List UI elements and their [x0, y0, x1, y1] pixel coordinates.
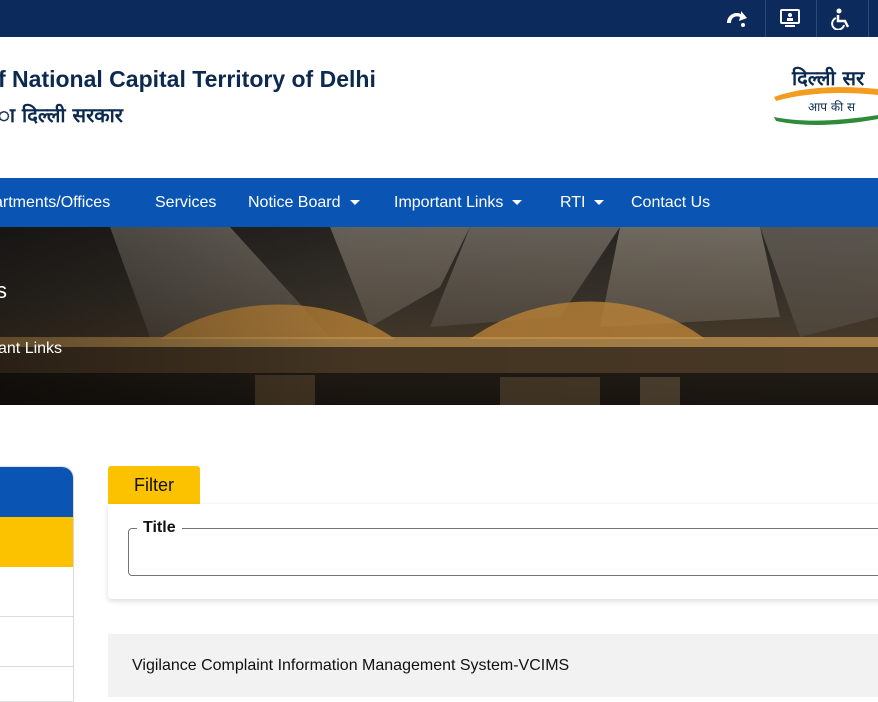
accessibility-icon[interactable] [823, 0, 859, 37]
nav-label: RTI [560, 193, 586, 211]
sidebar-header [0, 467, 73, 517]
nav-label: Services [155, 193, 217, 211]
result-list-item[interactable]: Vigilance Complaint Information Manageme… [108, 634, 878, 697]
chevron-down-icon [349, 200, 360, 205]
sidebar-item[interactable] [0, 567, 73, 617]
nav-departments[interactable]: artments/Offices [0, 178, 110, 227]
chevron-down-icon [512, 200, 523, 205]
nav-label: artments/Offices [0, 193, 111, 211]
delhi-govt-logo[interactable]: दिल्ली सर आप की स [770, 63, 878, 131]
divider [868, 0, 869, 37]
banner-overlay [0, 227, 878, 405]
sidebar-item[interactable] [0, 667, 73, 701]
site-title-hindi: ा दिल्ली सरकार [0, 103, 123, 127]
divider [765, 0, 766, 37]
sidebar-item[interactable] [0, 617, 73, 667]
nav-notice-board[interactable]: Notice Board [248, 178, 360, 227]
breadcrumb[interactable]: ant Links [0, 340, 62, 358]
sidebar-menu [0, 466, 74, 702]
svg-text:आप की स: आप की स [808, 100, 856, 114]
site-title-english: f National Capital Territory of Delhi [0, 66, 376, 92]
sidebar-item-active[interactable] [0, 517, 73, 567]
nav-rti[interactable]: RTI [560, 178, 605, 227]
nav-label: Notice Board [248, 193, 341, 211]
top-utility-bar [0, 0, 878, 37]
filter-panel: Title [108, 504, 878, 599]
filter-tab[interactable]: Filter [108, 466, 200, 504]
divider [816, 0, 817, 37]
main-navigation: artments/Offices Services Notice Board I… [0, 178, 878, 227]
nav-services[interactable]: Services [155, 178, 216, 227]
result-title[interactable]: Vigilance Complaint Information Manageme… [132, 657, 569, 675]
site-header: f National Capital Territory of Delhi ा … [0, 37, 878, 178]
title-filter-field[interactable]: Title [128, 519, 878, 576]
screen-reader-icon[interactable] [772, 0, 808, 37]
nav-important-links[interactable]: Important Links [394, 178, 523, 227]
skip-to-content-icon[interactable] [719, 0, 753, 37]
nav-label: Contact Us [631, 193, 711, 211]
page-heading: s [0, 278, 7, 303]
svg-text:दिल्ली सर: दिल्ली सर [791, 66, 865, 90]
title-field-label: Title [137, 519, 182, 537]
nav-label: Important Links [394, 193, 504, 211]
page-banner: s ant Links [0, 227, 878, 405]
chevron-down-icon [594, 200, 605, 205]
nav-contact-us[interactable]: Contact Us [631, 178, 710, 227]
